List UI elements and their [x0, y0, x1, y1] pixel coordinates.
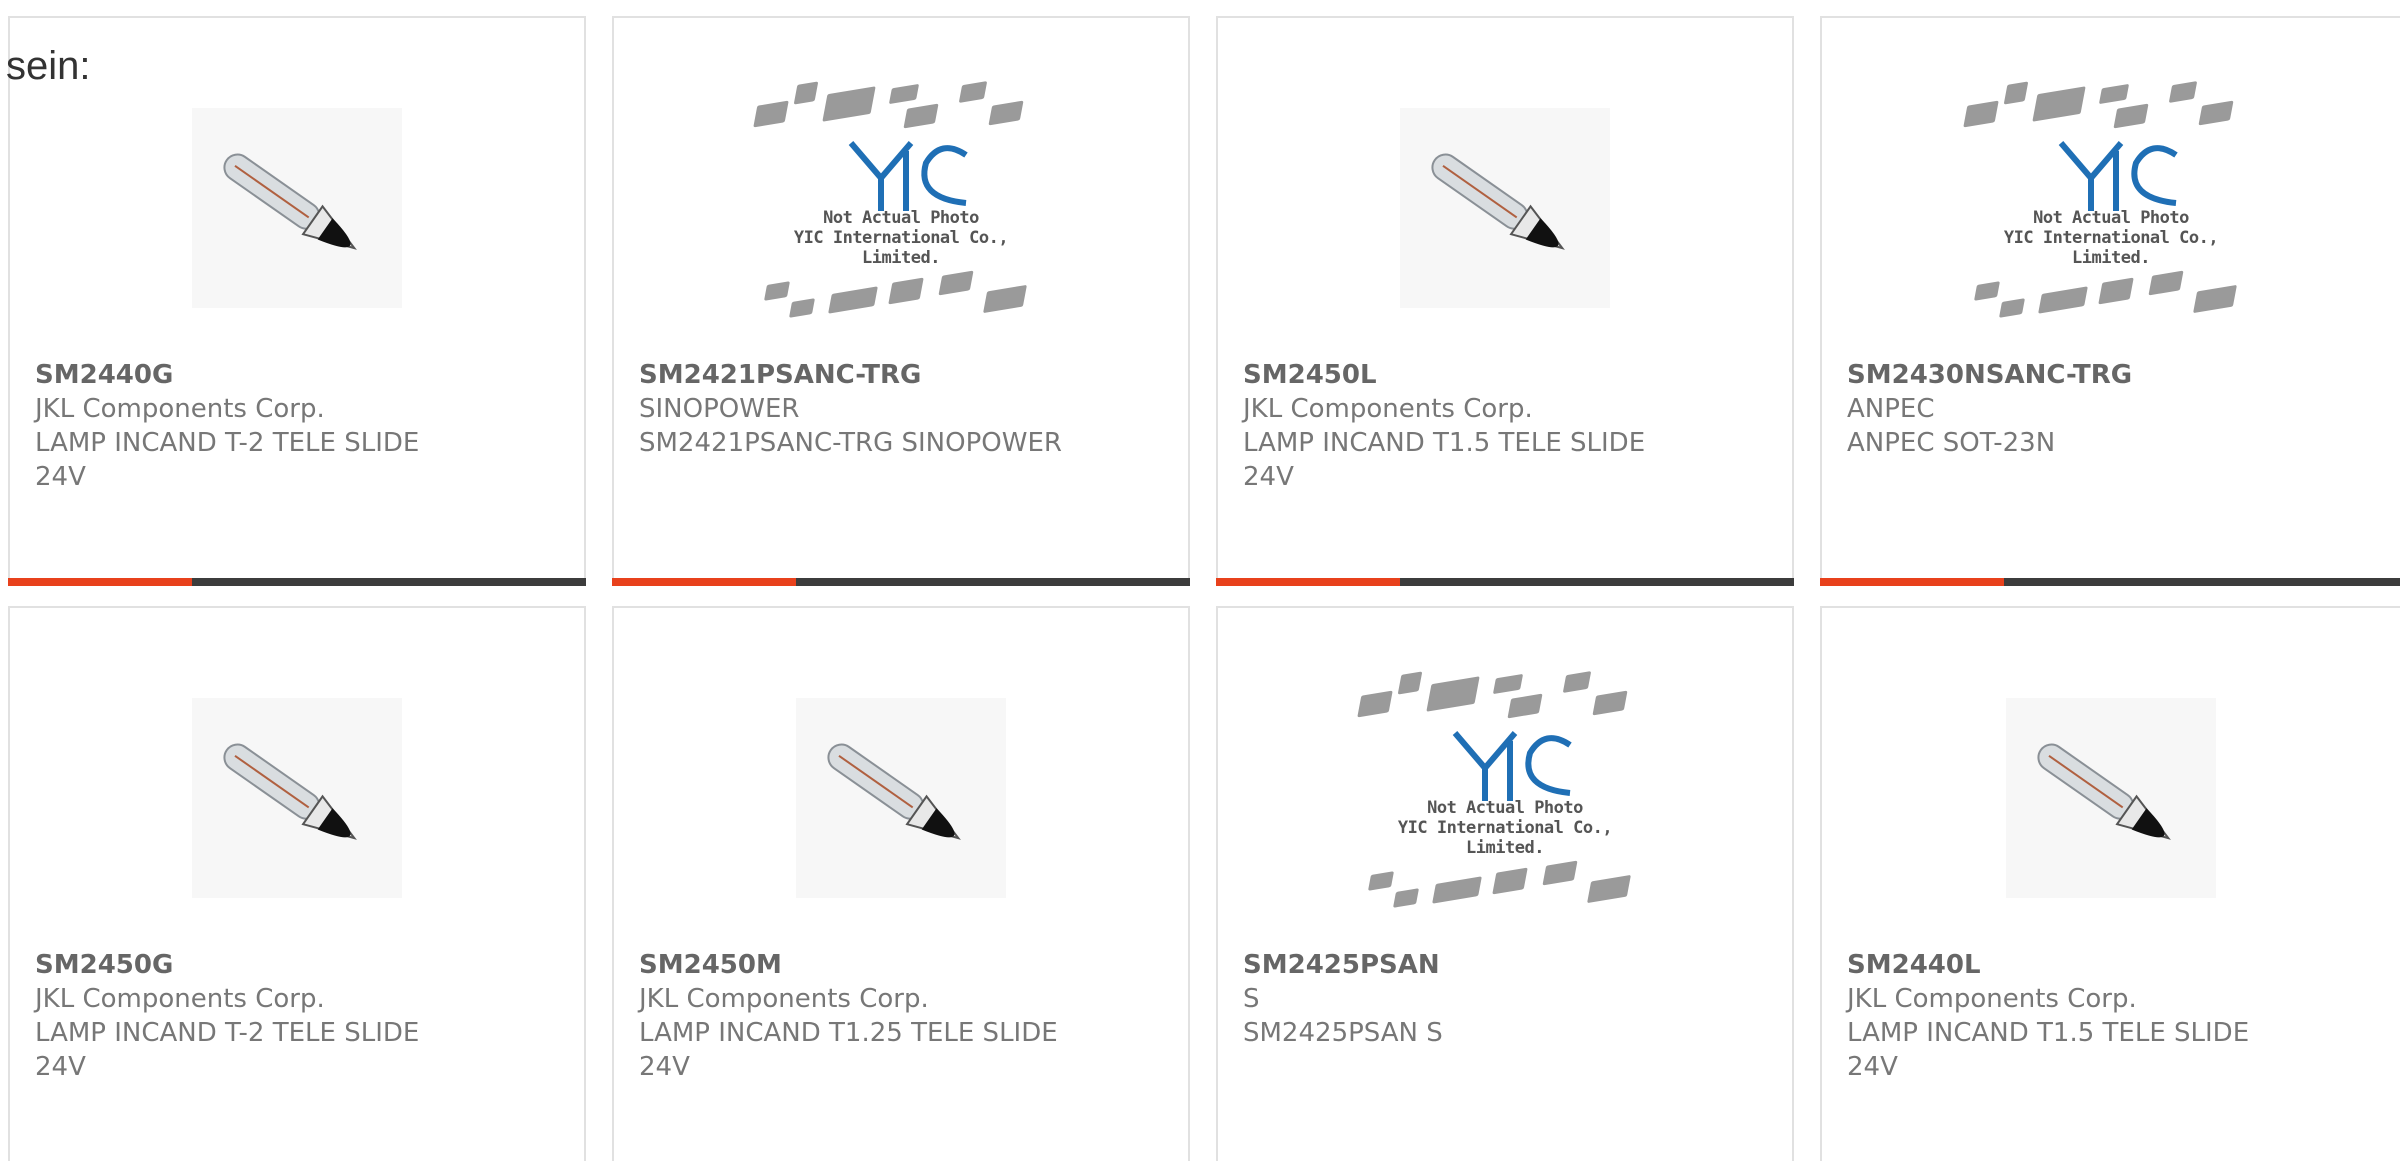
product-info: SM2450G JKL Components Corp. LAMP INCAND… — [35, 948, 564, 1084]
card-bottom-bar — [8, 578, 586, 586]
card-bottom-bar — [1216, 578, 1794, 586]
description-extra: 24V — [1243, 462, 1294, 492]
placeholder-line-1: Not Actual Photo — [1427, 798, 1583, 818]
yic-logo-icon — [848, 141, 968, 211]
product-image[interactable] — [1218, 78, 1792, 338]
product-card[interactable]: SM2450L JKL Components Corp. LAMP INCAND… — [1216, 16, 1794, 586]
part-number[interactable]: SM2440L — [1847, 948, 2380, 982]
placeholder-line-2: YIC International Co., Limited. — [793, 228, 1009, 268]
lamp-photo-icon — [1400, 108, 1610, 308]
description: LAMP INCAND T1.5 TELE SLIDE — [1243, 428, 1646, 458]
manufacturer: S — [1243, 984, 1260, 1014]
part-number[interactable]: SM2450M — [639, 948, 1168, 982]
lamp-photo-icon — [796, 698, 1006, 898]
product-image[interactable] — [1822, 668, 2400, 928]
product-card[interactable]: Not Actual Photo YIC International Co., … — [1820, 16, 2400, 586]
placeholder-line-2: YIC International Co., Limited. — [1397, 818, 1613, 858]
product-info: SM2440G JKL Components Corp. LAMP INCAND… — [35, 358, 564, 494]
card-bottom-bar — [612, 578, 1190, 586]
placeholder-line-1: Not Actual Photo — [2033, 208, 2189, 228]
product-image[interactable] — [10, 668, 584, 928]
not-actual-photo-placeholder: Not Actual Photo YIC International Co., … — [751, 78, 1051, 338]
product-grid-page: sein: SM2440G JKL Components Corp. LAMP … — [0, 0, 2400, 1161]
product-image[interactable] — [10, 78, 584, 338]
description-extra: 24V — [35, 462, 86, 492]
product-image[interactable]: Not Actual Photo YIC International Co., … — [1822, 78, 2400, 338]
description: LAMP INCAND T1.5 TELE SLIDE — [1847, 1018, 2250, 1048]
manufacturer: JKL Components Corp. — [639, 984, 929, 1014]
description: ANPEC SOT-23N — [1847, 428, 2056, 458]
product-image[interactable]: Not Actual Photo YIC International Co., … — [1218, 668, 1792, 928]
yic-logo-icon — [2058, 141, 2178, 211]
lead-label: sein: — [6, 44, 91, 88]
description: LAMP INCAND T-2 TELE SLIDE — [35, 1018, 420, 1048]
description: SM2421PSANC-TRG SINOPOWER — [639, 428, 1062, 458]
part-number[interactable]: SM2450L — [1243, 358, 1772, 392]
product-info: SM2425PSAN S SM2425PSAN S — [1243, 948, 1772, 1050]
part-number[interactable]: SM2421PSANC-TRG — [639, 358, 1168, 392]
product-info: SM2430NSANC-TRG ANPEC ANPEC SOT-23N — [1847, 358, 2380, 460]
description: SM2425PSAN S — [1243, 1018, 1443, 1048]
manufacturer: SINOPOWER — [639, 394, 800, 424]
product-card[interactable]: SM2440L JKL Components Corp. LAMP INCAND… — [1820, 606, 2400, 1161]
lamp-photo-icon — [192, 698, 402, 898]
product-info: SM2440L JKL Components Corp. LAMP INCAND… — [1847, 948, 2380, 1084]
description: LAMP INCAND T-2 TELE SLIDE — [35, 428, 420, 458]
product-info: SM2450L JKL Components Corp. LAMP INCAND… — [1243, 358, 1772, 494]
part-number[interactable]: SM2450G — [35, 948, 564, 982]
product-image[interactable] — [614, 668, 1188, 928]
product-card[interactable]: SM2440G JKL Components Corp. LAMP INCAND… — [8, 16, 586, 586]
part-number[interactable]: SM2430NSANC-TRG — [1847, 358, 2380, 392]
product-card[interactable]: SM2450M JKL Components Corp. LAMP INCAND… — [612, 606, 1190, 1161]
product-image[interactable]: Not Actual Photo YIC International Co., … — [614, 78, 1188, 338]
description-extra: 24V — [639, 1052, 690, 1082]
not-actual-photo-placeholder: Not Actual Photo YIC International Co., … — [1355, 668, 1655, 928]
card-bottom-bar — [1820, 578, 2400, 586]
product-info: SM2450M JKL Components Corp. LAMP INCAND… — [639, 948, 1168, 1084]
part-number[interactable]: SM2440G — [35, 358, 564, 392]
description-extra: 24V — [1847, 1052, 1898, 1082]
yic-logo-icon — [1452, 731, 1572, 801]
not-actual-photo-placeholder: Not Actual Photo YIC International Co., … — [1961, 78, 2261, 338]
manufacturer: ANPEC — [1847, 394, 1935, 424]
lamp-photo-icon — [2006, 698, 2216, 898]
manufacturer: JKL Components Corp. — [1243, 394, 1533, 424]
placeholder-line-1: Not Actual Photo — [823, 208, 979, 228]
product-card[interactable]: Not Actual Photo YIC International Co., … — [612, 16, 1190, 586]
manufacturer: JKL Components Corp. — [1847, 984, 2137, 1014]
description-extra: 24V — [35, 1052, 86, 1082]
manufacturer: JKL Components Corp. — [35, 394, 325, 424]
description: LAMP INCAND T1.25 TELE SLIDE — [639, 1018, 1058, 1048]
product-card[interactable]: SM2450G JKL Components Corp. LAMP INCAND… — [8, 606, 586, 1161]
product-info: SM2421PSANC-TRG SINOPOWER SM2421PSANC-TR… — [639, 358, 1168, 460]
manufacturer: JKL Components Corp. — [35, 984, 325, 1014]
placeholder-line-2: YIC International Co., Limited. — [2003, 228, 2219, 268]
product-card[interactable]: Not Actual Photo YIC International Co., … — [1216, 606, 1794, 1161]
part-number[interactable]: SM2425PSAN — [1243, 948, 1772, 982]
lamp-photo-icon — [192, 108, 402, 308]
